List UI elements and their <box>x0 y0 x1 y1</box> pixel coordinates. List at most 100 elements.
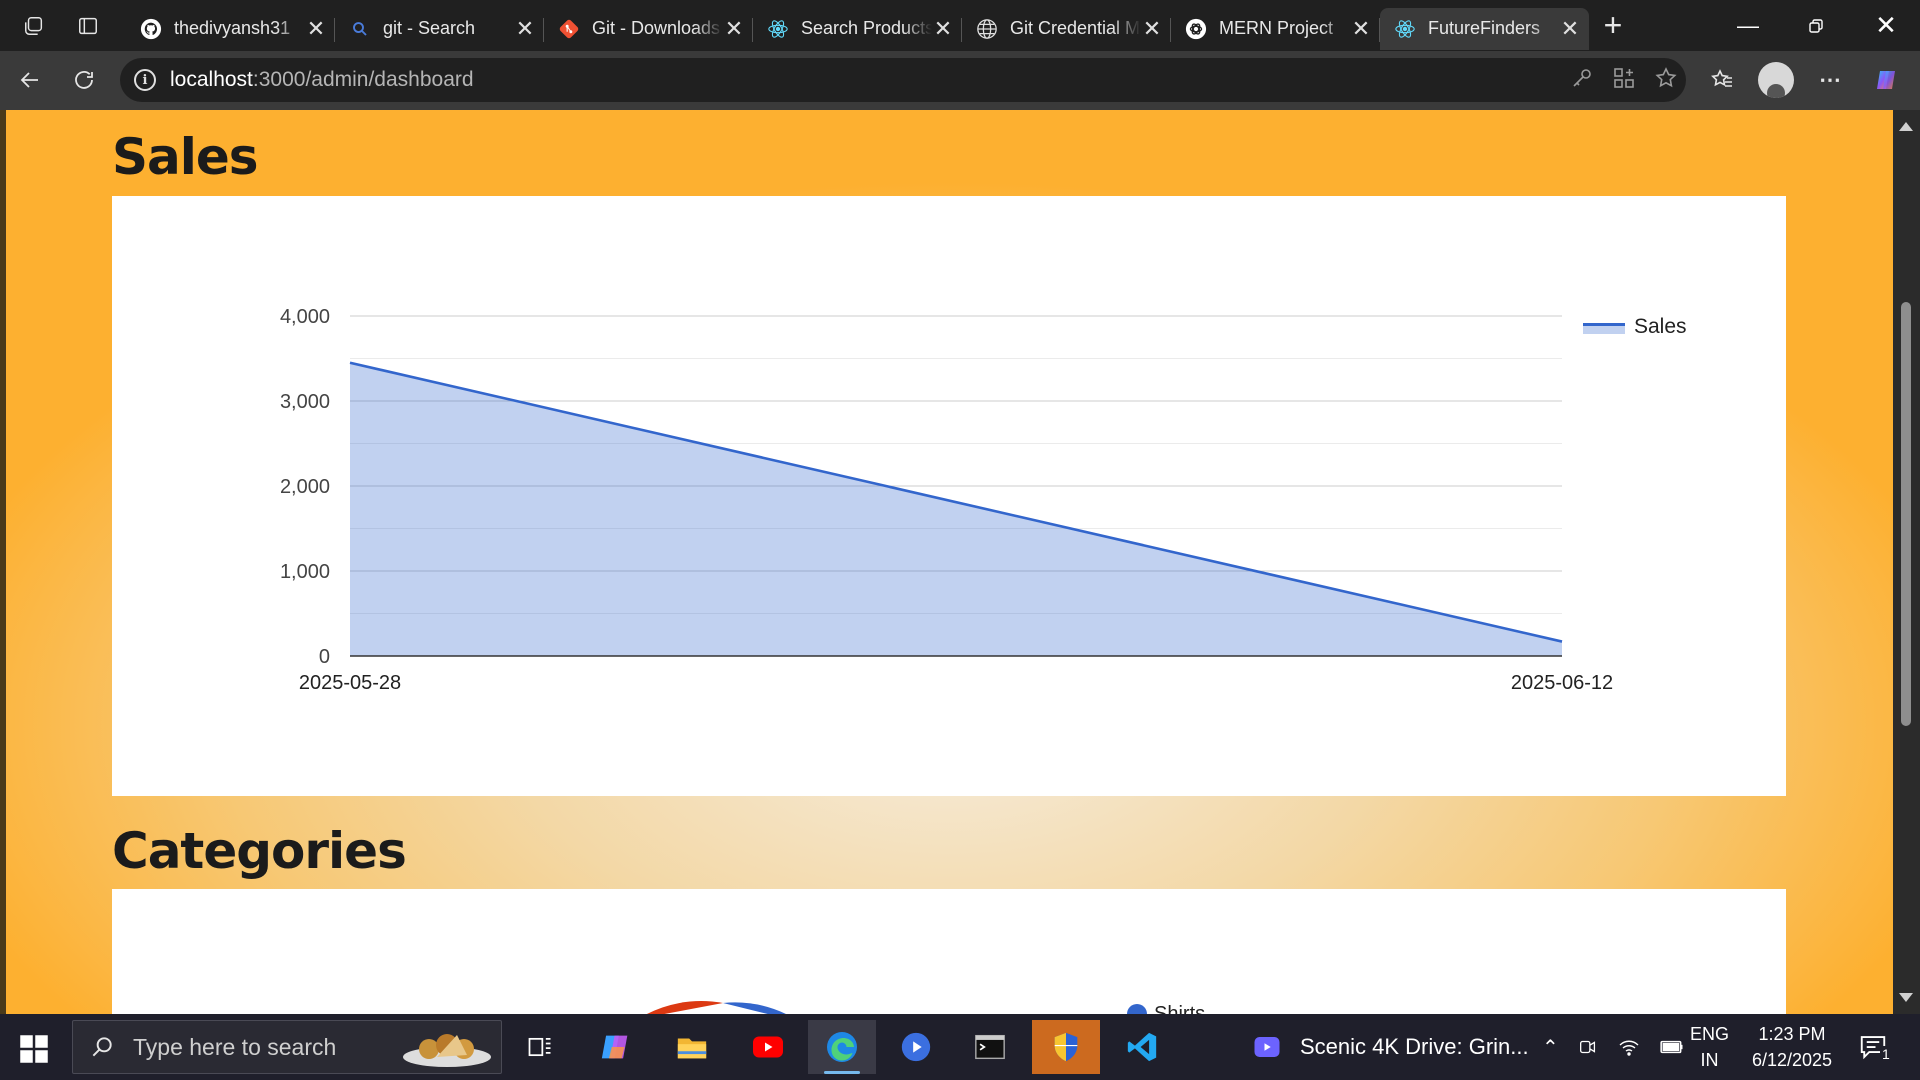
battery-icon[interactable] <box>1659 1034 1685 1060</box>
y-tick-label: 0 <box>319 646 330 668</box>
browser-tab[interactable]: Git Credential Manager✕ <box>962 8 1171 50</box>
notification-center-button[interactable]: 1 <box>1858 1014 1892 1080</box>
y-tick-label: 1,000 <box>280 561 330 583</box>
language-indicator[interactable]: ENG IN <box>1690 1014 1729 1080</box>
close-tab-icon[interactable]: ✕ <box>1559 16 1581 42</box>
new-tab-button[interactable]: + <box>1589 6 1637 46</box>
address-bar-row: i localhost:3000/admin/dashboard ⋯ <box>0 51 1920 110</box>
wifi-icon[interactable] <box>1617 1035 1641 1059</box>
openai-icon <box>1185 18 1207 40</box>
sales-chart-card: 0 1,000 2,000 3,000 4,000 Sales 2025-05-28 2025… <box>112 196 1786 796</box>
categories-heading: Categories <box>112 822 407 880</box>
show-hidden-icons-icon[interactable]: ⌃ <box>1542 1035 1559 1060</box>
edge-browser-icon[interactable] <box>808 1020 876 1074</box>
web-page-viewport: Sales 0 1,000 2,000 3,000 4,000 Sales 2025-05-… <box>0 110 1920 1014</box>
tab-title: Git - Downloads <box>592 18 721 38</box>
profile-avatar[interactable] <box>1752 56 1800 104</box>
globe-icon <box>976 18 998 40</box>
tab-title: FutureFinders <box>1428 18 1541 38</box>
file-explorer-icon[interactable] <box>658 1020 726 1074</box>
windows-start-button[interactable] <box>16 1031 52 1067</box>
media-title: Scenic 4K Drive: Grin... <box>1300 1034 1529 1059</box>
tab-title: MERN Project <box>1219 18 1334 38</box>
task-view-icon[interactable] <box>506 1020 574 1074</box>
system-tray: ⌃ <box>1542 1014 1685 1080</box>
windows-taskbar: Type here to search Scenic 4K Drive: Gri… <box>0 1014 1920 1080</box>
sales-heading: Sales <box>112 128 259 186</box>
pie-slice-shirts-edge <box>723 1002 786 1014</box>
refresh-button[interactable] <box>60 56 108 104</box>
page-scrollbar[interactable] <box>1893 110 1920 1014</box>
legend-label-shirts: Shirts <box>1154 1003 1205 1014</box>
clock[interactable]: 1:23 PM 6/12/2025 <box>1746 1014 1838 1080</box>
dashboard-content: Sales 0 1,000 2,000 3,000 4,000 Sales 2025-05-… <box>6 110 1893 1014</box>
close-tab-icon[interactable]: ✕ <box>1350 16 1372 42</box>
x-tick-label: 2025-06-12 <box>1511 672 1613 694</box>
favorite-star-icon[interactable] <box>1654 66 1678 90</box>
browser-tab[interactable]: git - Search ✕ <box>335 8 544 50</box>
key-icon[interactable] <box>1570 66 1594 90</box>
clock-date: 6/12/2025 <box>1751 1050 1833 1070</box>
scrollbar-thumb[interactable] <box>1901 302 1911 726</box>
browser-tab[interactable]: thedivyansh31 ✕ <box>126 8 335 50</box>
legend-swatch-area <box>1583 326 1625 334</box>
video-app-icon <box>1254 1037 1280 1057</box>
tab-title: Git Credential Manager <box>1010 18 1141 38</box>
tab-title: thedivyansh31 <box>174 18 291 38</box>
sales-area-chart: 0 1,000 2,000 3,000 4,000 Sales 2025-05-28 2025… <box>280 306 1687 694</box>
tab-list: thedivyansh31 ✕ git - Search ✕ Git - Downloa… <box>126 2 1589 50</box>
browser-tab[interactable]: FutureFinders ✕ <box>1380 7 1589 50</box>
copilot-app-icon[interactable] <box>582 1020 650 1074</box>
back-button[interactable] <box>6 56 54 104</box>
copilot-icon[interactable] <box>1862 56 1910 104</box>
close-tab-icon[interactable]: ✕ <box>1141 16 1163 42</box>
categories-pie-chart: Shirts <box>646 1001 1205 1014</box>
tab-title: Search Products <box>801 18 932 38</box>
close-tab-icon[interactable]: ✕ <box>932 16 954 42</box>
browser-tab[interactable]: Search Products ✕ <box>753 8 962 50</box>
region-label: IN <box>1700 1050 1719 1070</box>
pie-slice-edge <box>646 1001 723 1014</box>
clock-time: 1:23 PM <box>1758 1024 1826 1044</box>
scroll-up-icon[interactable] <box>1899 122 1913 131</box>
restore-button[interactable] <box>1782 0 1850 51</box>
react-icon <box>1394 18 1416 40</box>
y-tick-label: 4,000 <box>280 306 330 328</box>
youtube-icon[interactable] <box>734 1020 802 1074</box>
site-info-icon[interactable]: i <box>134 69 156 91</box>
media-now-playing[interactable]: Scenic 4K Drive: Grin... <box>1252 1014 1529 1080</box>
terminal-icon[interactable] <box>956 1020 1024 1074</box>
browser-tab-strip: thedivyansh31 ✕ git - Search ✕ Git - Downloa… <box>0 0 1920 51</box>
address-bar[interactable]: i localhost:3000/admin/dashboard <box>120 58 1686 102</box>
browser-tab[interactable]: MERN Project ✕ <box>1171 8 1380 50</box>
url-text[interactable]: localhost:3000/admin/dashboard <box>170 68 474 92</box>
search-highlight-image <box>397 1027 493 1069</box>
minimize-button[interactable]: — <box>1714 0 1782 51</box>
media-player-icon[interactable] <box>882 1020 950 1074</box>
git-icon <box>558 18 580 40</box>
y-tick-label: 2,000 <box>280 476 330 498</box>
close-tab-icon[interactable]: ✕ <box>305 16 327 42</box>
security-shield-icon[interactable] <box>1032 1020 1100 1074</box>
categories-chart-card: Shirts <box>112 889 1786 1014</box>
github-icon <box>140 18 162 40</box>
tab-actions-icon[interactable] <box>66 6 110 46</box>
legend-swatch-sales <box>1583 323 1625 326</box>
tab-title: git - Search <box>383 18 476 38</box>
more-menu-icon[interactable]: ⋯ <box>1806 56 1854 104</box>
close-tab-icon[interactable]: ✕ <box>723 16 745 42</box>
favorites-icon[interactable] <box>1698 56 1746 104</box>
vscode-icon[interactable] <box>1108 1020 1176 1074</box>
notification-count-badge: 1 <box>1880 1046 1892 1062</box>
scroll-down-icon[interactable] <box>1899 993 1913 1002</box>
browser-tab[interactable]: Git - Downloads ✕ <box>544 8 753 50</box>
meet-now-icon[interactable] <box>1577 1036 1599 1058</box>
workspaces-icon[interactable] <box>12 6 56 46</box>
close-tab-icon[interactable]: ✕ <box>514 16 536 42</box>
apps-icon[interactable] <box>1612 66 1636 90</box>
react-icon <box>767 18 789 40</box>
language-label: ENG <box>1690 1024 1730 1044</box>
close-window-button[interactable]: ✕ <box>1852 0 1920 51</box>
taskbar-search-box[interactable]: Type here to search <box>72 1020 502 1074</box>
sales-area-fill <box>350 362 1562 656</box>
